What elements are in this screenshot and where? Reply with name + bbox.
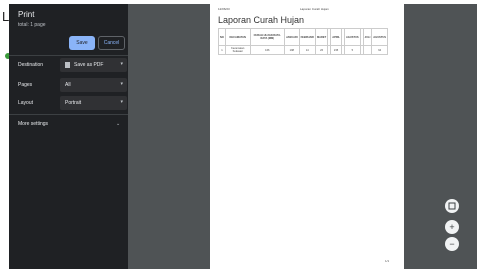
preview-header-title: Laporan Curah Hujan	[300, 7, 329, 11]
table-header: KECAMATAN	[224, 28, 251, 46]
table-header: NO	[218, 28, 226, 46]
destination-value: Save as PDF	[74, 62, 104, 68]
document-icon	[65, 62, 70, 68]
preview-header-date: 12/06/23	[218, 7, 230, 11]
table-header: MARET	[314, 28, 329, 46]
zoom-out-button[interactable]: −	[445, 237, 459, 251]
rainfall-table: NO KECAMATAN CURAH HUJAN RATA-RATA (MM) …	[218, 28, 388, 55]
table-header: FEBRUARI	[298, 28, 316, 46]
cancel-button[interactable]: Cancel	[98, 36, 125, 50]
fit-page-icon[interactable]	[445, 199, 459, 213]
table-cell: 166	[249, 45, 286, 55]
table-header: JULI	[362, 28, 373, 46]
chevron-down-icon: ▾	[120, 99, 123, 105]
table-row: 1 Kecamatan Sukasari 166 198 14 26 235 5…	[218, 45, 388, 55]
fit-page-icon	[448, 202, 456, 210]
table-cell	[362, 45, 373, 55]
print-settings-panel: Print total: 1 page Save Cancel Destinat…	[9, 4, 128, 269]
table-cell: 5	[343, 45, 361, 55]
destination-select[interactable]: Save as PDF ▾	[60, 58, 127, 72]
table-cell: 198	[284, 45, 300, 55]
table-cell: 1	[218, 45, 226, 55]
print-dialog: Print total: 1 page Save Cancel Destinat…	[9, 4, 477, 269]
table-header: JANUARI	[284, 28, 300, 46]
divider	[9, 114, 128, 115]
divider	[9, 55, 128, 56]
chevron-down-icon[interactable]: ⌄	[116, 121, 120, 127]
page-number: 1/1	[385, 259, 390, 263]
pages-select[interactable]: All ▾	[60, 78, 127, 92]
table-header: APRIL	[330, 28, 342, 46]
layout-select[interactable]: Portrait ▾	[60, 96, 127, 110]
layout-label: Layout	[18, 100, 34, 106]
table-cell: 26	[314, 45, 329, 55]
chevron-down-icon: ▾	[120, 81, 123, 87]
table-header: AGUSTUS	[343, 28, 361, 46]
sheet-count: total: 1 page	[18, 22, 46, 28]
table-header: CURAH HUJAN RATA-RATA (MM)	[249, 28, 286, 46]
destination-label: Destination	[18, 62, 44, 68]
layout-value: Portrait	[65, 100, 82, 106]
print-title: Print	[18, 10, 35, 19]
pages-value: All	[65, 82, 71, 88]
save-button[interactable]: Save	[69, 36, 95, 50]
chevron-down-icon: ▾	[120, 61, 123, 67]
report-title: Laporan Curah Hujan	[218, 15, 305, 25]
print-preview-page: 12/06/23 Laporan Curah Hujan Laporan Cur…	[210, 4, 404, 269]
zoom-in-button[interactable]: +	[445, 220, 459, 234]
table-cell: 14	[298, 45, 316, 55]
table-cell: Kecamatan Sukasari	[224, 45, 251, 55]
more-settings-toggle[interactable]: More settings	[18, 121, 48, 127]
pages-label: Pages	[18, 82, 33, 88]
table-cell: 235	[330, 45, 342, 55]
table-cell: 64	[371, 45, 388, 55]
table-header: AGUSTUS	[371, 28, 388, 46]
